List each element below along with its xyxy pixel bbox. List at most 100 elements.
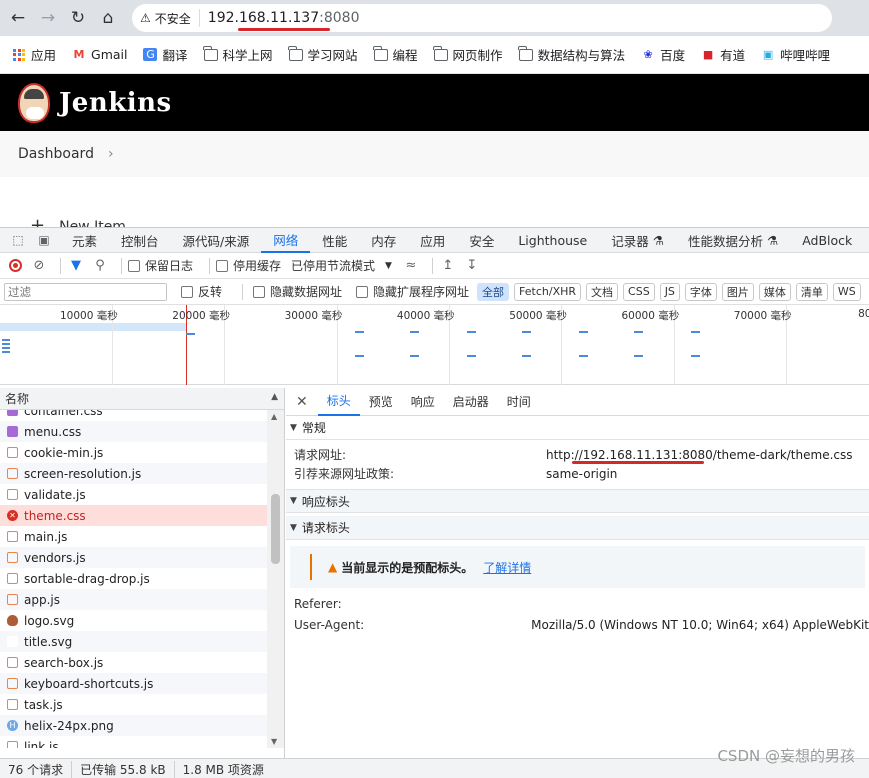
record-stop-icon[interactable] bbox=[6, 257, 24, 275]
devtools-tab[interactable]: 内存 bbox=[359, 228, 408, 253]
bookmark-item[interactable]: 学习网站 bbox=[287, 45, 358, 64]
devtools-tab[interactable]: 应用 bbox=[408, 228, 457, 253]
device-toggle-icon[interactable]: ▣ bbox=[36, 233, 52, 247]
devtools-tab[interactable]: 元素 bbox=[60, 228, 109, 253]
throttle-select[interactable]: 已停用节流模式 bbox=[291, 257, 375, 274]
bookmark-item[interactable]: 应用 bbox=[12, 45, 56, 64]
learn-more-link[interactable]: 了解详情 bbox=[483, 559, 531, 576]
js-file-icon bbox=[7, 531, 18, 542]
back-arrow-icon[interactable]: ← bbox=[6, 6, 30, 30]
inspect-element-icon[interactable]: ⬚ bbox=[10, 233, 26, 247]
download-icon[interactable]: ↧ bbox=[463, 257, 481, 275]
home-icon[interactable]: ⌂ bbox=[96, 6, 120, 30]
section-general[interactable]: ▼ 常规 bbox=[286, 416, 869, 440]
close-icon[interactable]: ✕ bbox=[296, 394, 308, 410]
devtools-tab[interactable]: 网络 bbox=[261, 228, 311, 253]
request-list-scrollbar[interactable]: ▲ ▼ bbox=[267, 410, 284, 748]
request-row[interactable]: title.svg bbox=[0, 631, 268, 652]
type-filter-button[interactable]: 清单 bbox=[795, 282, 828, 301]
bookmark-item[interactable]: 数据结构与算法 bbox=[517, 45, 625, 64]
forward-arrow-icon[interactable]: → bbox=[36, 6, 60, 30]
type-filter-button[interactable]: 图片 bbox=[721, 282, 754, 301]
disable-cache-checkbox[interactable] bbox=[216, 259, 229, 272]
request-row[interactable]: app.js bbox=[0, 589, 268, 610]
url-text[interactable]: 192.168.11.137:8080 bbox=[208, 10, 360, 26]
filter-input[interactable] bbox=[4, 282, 167, 301]
devtools-tab[interactable]: 性能 bbox=[310, 228, 359, 253]
devtools-tab[interactable]: 安全 bbox=[457, 228, 506, 253]
request-row[interactable]: main.js bbox=[0, 526, 268, 547]
hide-data-urls-checkbox[interactable] bbox=[253, 285, 266, 298]
bookmark-item[interactable]: ❀ 百度 bbox=[641, 45, 685, 64]
security-indicator[interactable]: ⚠ 不安全 bbox=[140, 9, 200, 27]
section-response-headers[interactable]: ▼ 响应标头 bbox=[286, 489, 869, 513]
request-row[interactable]: Hhelix-24px.png bbox=[0, 715, 268, 736]
filter-funnel-icon[interactable]: ▼ bbox=[67, 257, 85, 275]
request-row[interactable]: cookie-min.js bbox=[0, 442, 268, 463]
search-icon[interactable]: ⚲ bbox=[91, 257, 109, 275]
jenkins-logo-icon[interactable] bbox=[18, 82, 50, 123]
chevron-down-icon[interactable]: ▼ bbox=[385, 261, 392, 271]
url-port: :8080 bbox=[319, 10, 360, 26]
jenkins-title[interactable]: Jenkins bbox=[59, 88, 172, 118]
request-row[interactable]: screen-resolution.js bbox=[0, 463, 268, 484]
clear-icon[interactable]: ⊘ bbox=[30, 257, 48, 275]
request-row[interactable]: menu.css bbox=[0, 421, 268, 442]
scroll-thumb[interactable] bbox=[271, 494, 280, 564]
devtools-tab[interactable]: Lighthouse bbox=[506, 228, 599, 253]
chevron-right-icon[interactable]: › bbox=[108, 146, 114, 162]
divider bbox=[209, 257, 211, 274]
scroll-down-icon[interactable]: ▼ bbox=[271, 737, 277, 746]
bookmark-item[interactable]: 编程 bbox=[372, 45, 418, 64]
bookmark-item[interactable]: G 翻译 bbox=[143, 45, 188, 64]
type-filter-button[interactable]: 文档 bbox=[586, 282, 619, 301]
detail-tab[interactable]: 预览 bbox=[360, 388, 402, 416]
bookmark-item[interactable]: ■ 有道 bbox=[701, 45, 745, 64]
devtools-tab[interactable]: 控制台 bbox=[109, 228, 171, 253]
type-filter-button[interactable]: WS bbox=[832, 282, 861, 301]
request-row[interactable]: link.js bbox=[0, 736, 268, 748]
request-row[interactable]: vendors.js bbox=[0, 547, 268, 568]
devtools-tab[interactable]: 记录器 ⚗ bbox=[599, 228, 676, 253]
upload-icon[interactable]: ↥ bbox=[439, 257, 457, 275]
request-row[interactable]: sortable-drag-drop.js bbox=[0, 568, 268, 589]
invert-checkbox[interactable] bbox=[181, 285, 193, 298]
type-filter-button[interactable]: 全部 bbox=[477, 282, 510, 301]
request-row[interactable]: ✕ theme.css bbox=[0, 505, 268, 526]
request-row[interactable]: search-box.js bbox=[0, 652, 268, 673]
request-row[interactable]: logo.svg bbox=[0, 610, 268, 631]
detail-tab[interactable]: 启动器 bbox=[444, 388, 498, 416]
request-row[interactable]: container.css bbox=[0, 410, 268, 421]
type-filter-button[interactable]: 媒体 bbox=[758, 282, 791, 301]
devtools-tab[interactable]: 性能数据分析 ⚗ bbox=[676, 228, 790, 253]
divider bbox=[121, 257, 122, 274]
detail-tab[interactable]: 响应 bbox=[402, 388, 444, 416]
preserve-log-checkbox[interactable] bbox=[128, 259, 140, 272]
devtools-tab[interactable]: 源代码/来源 bbox=[171, 228, 262, 253]
bookmark-item[interactable]: 网页制作 bbox=[432, 45, 503, 64]
type-filter-button[interactable]: 字体 bbox=[684, 282, 717, 301]
bookmark-item[interactable]: ▣ 哔哩哔哩 bbox=[761, 45, 830, 64]
detail-tab[interactable]: 时间 bbox=[498, 388, 540, 416]
reload-icon[interactable]: ↻ bbox=[66, 6, 90, 30]
type-filter-button[interactable]: JS bbox=[659, 282, 680, 301]
column-header-name[interactable]: 名称 ▲ bbox=[0, 388, 284, 410]
network-timeline[interactable]: 10000 毫秒 20000 毫秒 30000 毫秒 40000 毫秒 50000 毫秒… bbox=[0, 305, 869, 385]
wifi-conditions-icon[interactable]: ≈ bbox=[402, 257, 420, 275]
scroll-up-icon[interactable]: ▲ bbox=[271, 412, 277, 421]
request-row[interactable]: task.js bbox=[0, 694, 268, 715]
bookmark-item[interactable]: 科学上网 bbox=[202, 45, 273, 64]
sort-up-icon[interactable]: ▲ bbox=[271, 392, 278, 402]
omnibox[interactable]: ⚠ 不安全 192.168.11.137:8080 bbox=[132, 4, 832, 32]
detail-tab[interactable]: 标头 bbox=[317, 388, 360, 416]
hide-ext-urls-checkbox[interactable] bbox=[356, 285, 369, 298]
section-request-headers[interactable]: ▼ 请求标头 bbox=[286, 516, 869, 540]
type-filter-button[interactable]: Fetch/XHR bbox=[514, 282, 582, 301]
bookmark-item[interactable]: M Gmail bbox=[72, 47, 128, 62]
request-row[interactable]: validate.js bbox=[0, 484, 268, 505]
breadcrumb-dashboard[interactable]: Dashboard bbox=[18, 146, 94, 162]
type-filter-button[interactable]: CSS bbox=[623, 282, 655, 301]
devtools-tab[interactable]: AdBlock bbox=[790, 228, 864, 253]
timeline-selection[interactable] bbox=[0, 323, 186, 331]
request-row[interactable]: keyboard-shortcuts.js bbox=[0, 673, 268, 694]
